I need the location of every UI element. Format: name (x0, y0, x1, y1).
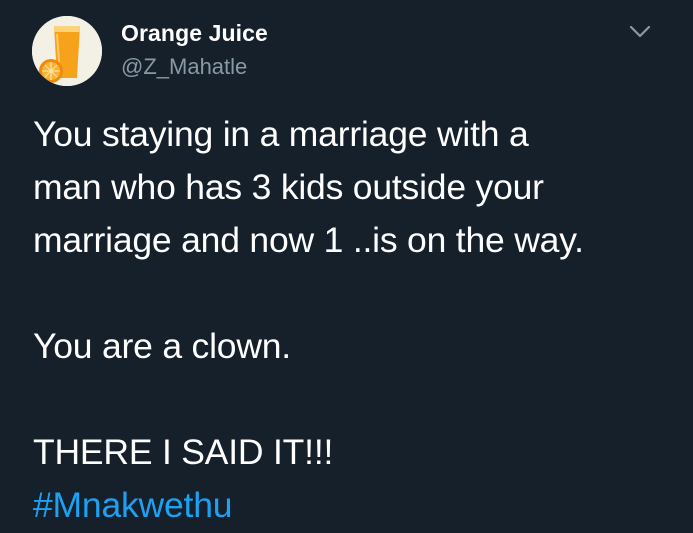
author-display-name[interactable]: Orange Juice (121, 20, 268, 47)
chevron-down-icon (629, 25, 651, 38)
orange-juice-glass-icon (32, 16, 102, 86)
tweet-text-line: man who has 3 kids outside your (33, 167, 544, 207)
hashtag-link[interactable]: #Mnakwethu (33, 479, 673, 532)
avatar[interactable] (32, 16, 102, 86)
tweet-text: You staying in a marriage with a man who… (33, 108, 673, 532)
tweet-text-line: marriage and now 1 ..is on the way. (33, 220, 584, 260)
author-handle[interactable]: @Z_Mahatle (121, 54, 247, 80)
tweet-text-line: You staying in a marriage with a (33, 114, 529, 154)
tweet-text-line: THERE I SAID IT!!! (33, 432, 334, 472)
tweet-card: Orange Juice @Z_Mahatle You staying in a… (0, 0, 693, 533)
tweet-text-line: You are a clown. (33, 326, 291, 366)
tweet-menu-button[interactable] (628, 24, 652, 40)
